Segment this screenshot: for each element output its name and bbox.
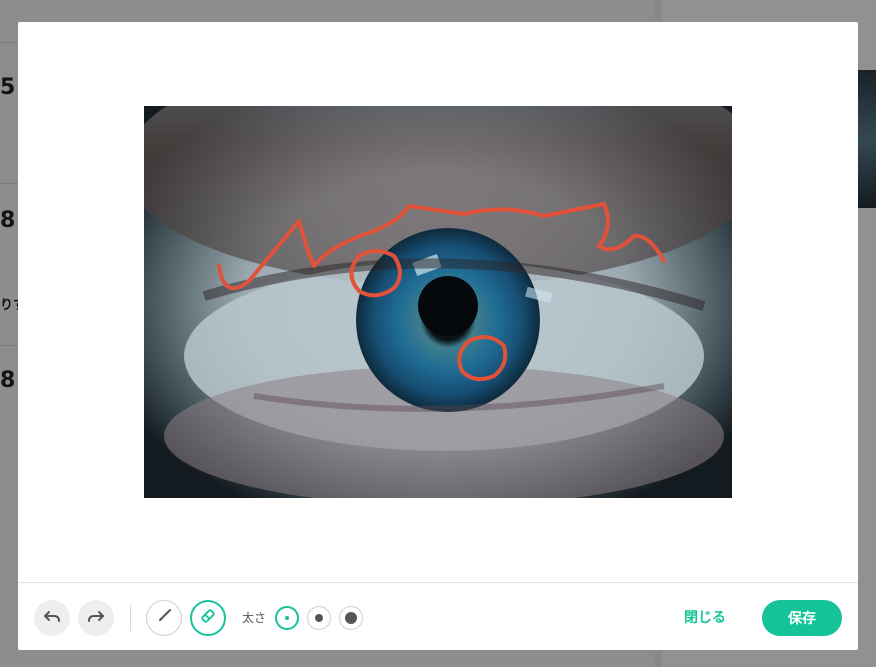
- redo-icon: [87, 609, 105, 628]
- size-medium-dot: [315, 614, 323, 622]
- eye-photo: [144, 106, 732, 498]
- brush-icon: [156, 608, 172, 628]
- eraser-icon: [199, 607, 217, 629]
- size-medium-button[interactable]: [307, 606, 331, 630]
- editor-toolbar: 太さ 閉じる 保存: [18, 582, 858, 651]
- size-small-button[interactable]: [275, 606, 299, 630]
- size-large-dot: [345, 612, 357, 624]
- drawn-strokes: [217, 202, 666, 382]
- drawing-canvas[interactable]: [18, 22, 858, 582]
- close-button[interactable]: 閉じる: [684, 607, 726, 627]
- brush-button[interactable]: [146, 600, 182, 636]
- eraser-button[interactable]: [190, 600, 226, 636]
- size-label: 太さ: [242, 611, 267, 625]
- size-large-button[interactable]: [339, 606, 363, 630]
- image-edit-modal: 太さ 閉じる 保存: [18, 22, 858, 650]
- size-small-dot: [285, 616, 289, 620]
- undo-button[interactable]: [34, 600, 70, 636]
- redo-button[interactable]: [78, 600, 114, 636]
- toolbar-divider: [130, 605, 131, 631]
- undo-icon: [43, 609, 61, 628]
- save-button[interactable]: 保存: [762, 600, 842, 636]
